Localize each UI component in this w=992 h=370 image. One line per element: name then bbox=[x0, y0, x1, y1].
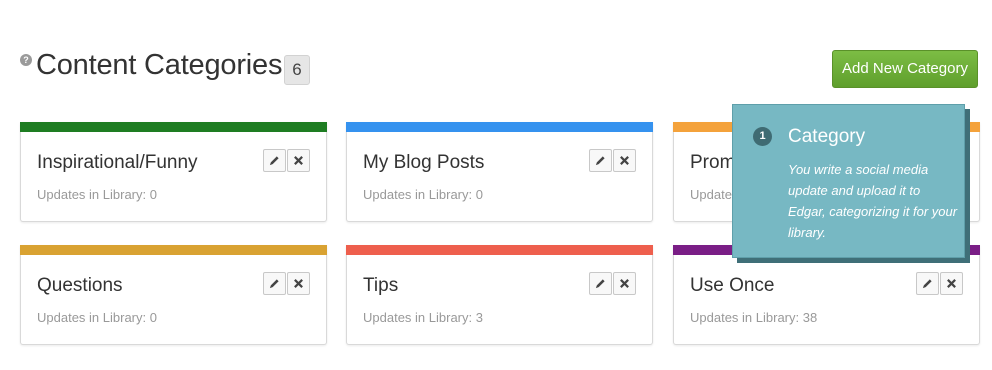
category-card-use-once: Use Once Updates in Library: 38 bbox=[673, 245, 980, 345]
category-updates-count: Update bbox=[690, 187, 732, 202]
category-color-bar bbox=[346, 122, 653, 132]
category-color-bar bbox=[346, 245, 653, 255]
category-card-inspirational-funny: Inspirational/Funny Updates in Library: … bbox=[20, 122, 327, 222]
category-updates-count: Updates in Library: 38 bbox=[690, 310, 818, 325]
edit-category-button[interactable] bbox=[589, 272, 612, 295]
pencil-icon bbox=[595, 156, 605, 166]
onboarding-tooltip: 1 Category You write a social media upda… bbox=[732, 104, 965, 258]
pencil-icon bbox=[595, 279, 605, 289]
edit-category-button[interactable] bbox=[263, 272, 286, 295]
delete-category-button[interactable] bbox=[287, 272, 310, 295]
close-icon bbox=[294, 156, 303, 165]
category-updates-count: Updates in Library: 0 bbox=[363, 187, 483, 202]
page-title: Content Categories bbox=[36, 49, 283, 81]
category-color-bar bbox=[20, 122, 327, 132]
delete-category-button[interactable] bbox=[287, 149, 310, 172]
category-name[interactable]: Prom bbox=[690, 152, 735, 174]
category-name[interactable]: My Blog Posts bbox=[363, 152, 484, 174]
category-card-tips: Tips Updates in Library: 3 bbox=[346, 245, 653, 345]
close-icon bbox=[947, 279, 956, 288]
edit-category-button[interactable] bbox=[263, 149, 286, 172]
edit-category-button[interactable] bbox=[589, 149, 612, 172]
pencil-icon bbox=[922, 279, 932, 289]
category-updates-count: Updates in Library: 0 bbox=[37, 187, 157, 202]
pencil-icon bbox=[269, 279, 279, 289]
category-color-bar bbox=[20, 245, 327, 255]
add-new-category-button[interactable]: Add New Category bbox=[832, 50, 978, 88]
pencil-icon bbox=[269, 156, 279, 166]
category-updates-count: Updates in Library: 0 bbox=[37, 310, 157, 325]
close-icon bbox=[294, 279, 303, 288]
category-card-my-blog-posts: My Blog Posts Updates in Library: 0 bbox=[346, 122, 653, 222]
category-name[interactable]: Use Once bbox=[690, 275, 774, 297]
edit-category-button[interactable] bbox=[916, 272, 939, 295]
close-icon bbox=[620, 279, 629, 288]
category-name[interactable]: Questions bbox=[37, 275, 123, 297]
category-card-questions: Questions Updates in Library: 0 bbox=[20, 245, 327, 345]
tooltip-step-number: 1 bbox=[753, 127, 772, 146]
category-name[interactable]: Tips bbox=[363, 275, 398, 297]
category-name[interactable]: Inspirational/Funny bbox=[37, 152, 198, 174]
category-updates-count: Updates in Library: 3 bbox=[363, 310, 483, 325]
delete-category-button[interactable] bbox=[940, 272, 963, 295]
help-icon[interactable]: ? bbox=[20, 54, 32, 66]
tooltip-title: Category bbox=[788, 126, 866, 147]
category-count-badge: 6 bbox=[284, 55, 310, 85]
delete-category-button[interactable] bbox=[613, 272, 636, 295]
delete-category-button[interactable] bbox=[613, 149, 636, 172]
tooltip-body: You write a social media update and uplo… bbox=[788, 162, 958, 240]
close-icon bbox=[620, 156, 629, 165]
